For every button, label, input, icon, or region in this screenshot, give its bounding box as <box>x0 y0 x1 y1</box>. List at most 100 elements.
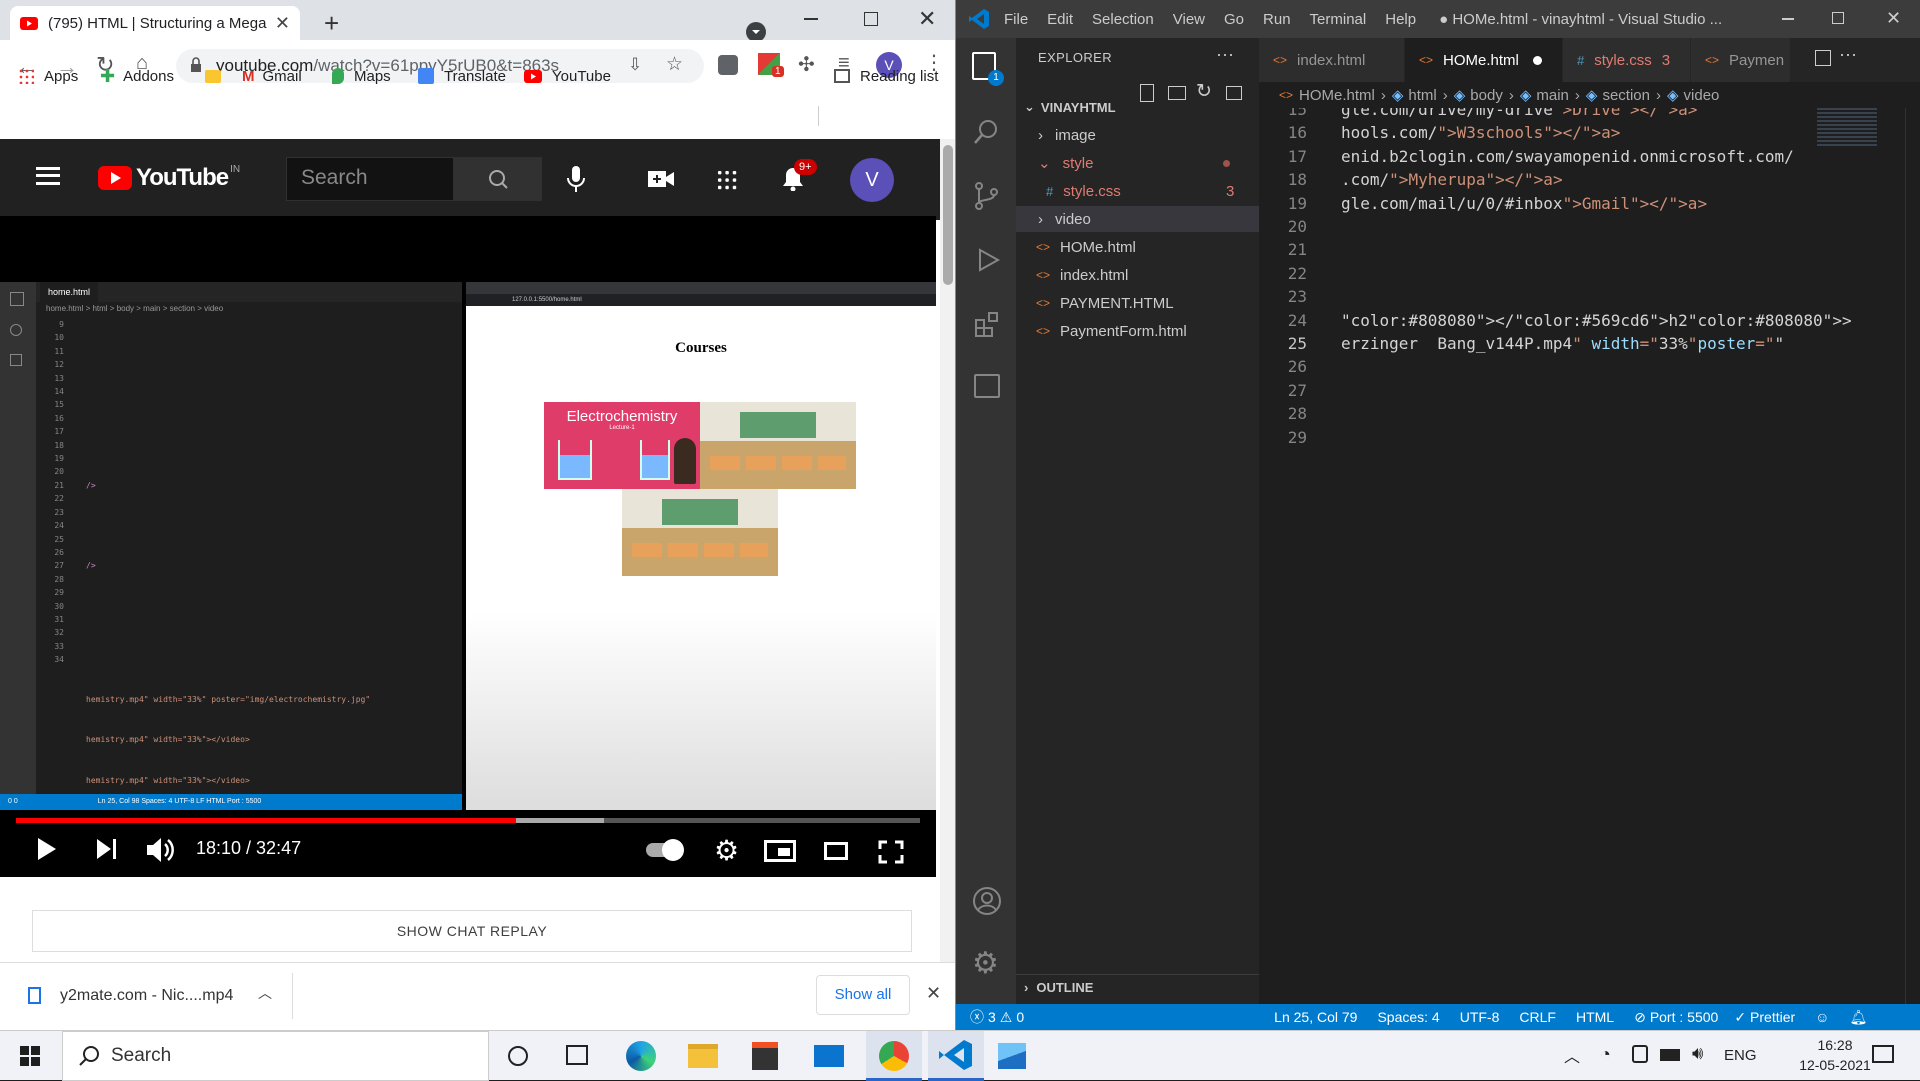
remote-explorer-icon[interactable] <box>974 374 1000 398</box>
menu-view[interactable]: View <box>1173 11 1205 28</box>
menu-edit[interactable]: Edit <box>1047 11 1073 28</box>
breadcrumb-item[interactable]: HOMe.html <box>1299 87 1375 104</box>
download-file-name[interactable]: y2mate.com - Nic....mp4 <box>60 987 233 1005</box>
code-line[interactable]: hools.com/">W3schools"></">a> <box>1341 123 1620 142</box>
encoding[interactable]: UTF-8 <box>1460 1009 1500 1025</box>
breadcrumb-item[interactable]: main <box>1536 87 1569 104</box>
play-icon[interactable] <box>36 836 58 862</box>
miniplayer-icon[interactable] <box>764 840 796 862</box>
refresh-icon[interactable]: ↻ <box>1196 80 1212 103</box>
menu-help[interactable]: Help <box>1385 11 1416 28</box>
collapse-all-icon[interactable] <box>1226 86 1242 100</box>
line-ending[interactable]: CRLF <box>1519 1009 1556 1025</box>
account-avatar[interactable]: V <box>850 158 894 202</box>
cortana-icon[interactable] <box>508 1046 528 1066</box>
run-debug-icon[interactable] <box>974 246 1002 274</box>
progress-track[interactable] <box>16 818 920 823</box>
maximize-button[interactable] <box>1832 12 1844 24</box>
accounts-icon[interactable] <box>972 886 1002 916</box>
new-folder-icon[interactable] <box>1168 86 1186 100</box>
breadcrumb-item[interactable]: video <box>1684 87 1720 104</box>
network-icon[interactable]: ◔ <box>1600 1044 1611 1065</box>
explorer-more-icon[interactable]: ··· <box>1216 44 1234 65</box>
tab-search-icon[interactable] <box>746 22 766 42</box>
code-line[interactable]: gle.com/mail/u/0/#inbox">Gmail"></">a> <box>1341 194 1707 213</box>
input-language[interactable]: ENG <box>1724 1047 1757 1064</box>
scrollbar[interactable] <box>940 139 955 962</box>
editor-scrollbar[interactable] <box>1905 108 1919 1004</box>
tab-payment[interactable]: <> Paymen <box>1691 38 1791 82</box>
extension-shield-icon[interactable] <box>718 55 738 75</box>
tab-style-css[interactable]: # style.css 3 <box>1563 38 1691 82</box>
menu-selection[interactable]: Selection <box>1092 11 1154 28</box>
autoplay-toggle[interactable] <box>646 839 684 861</box>
error-icon[interactable]: ⓧ <box>970 1007 984 1027</box>
code-line[interactable]: enid.b2clogin.com/swayamopenid.onmicroso… <box>1341 147 1794 166</box>
breadcrumb-item[interactable]: section <box>1602 87 1650 104</box>
tab-index-html[interactable]: <> index.html <box>1259 38 1405 82</box>
code-line[interactable]: erzinger Bang_v144P.mp4" width="33%"post… <box>1341 334 1784 353</box>
chrome-taskbar-icon[interactable] <box>866 1031 922 1081</box>
fullscreen-icon[interactable] <box>878 840 904 864</box>
mic-icon[interactable] <box>566 165 586 195</box>
tree-file-home-html[interactable]: <> HOMe.html <box>1016 234 1259 260</box>
photos-icon[interactable] <box>998 1043 1026 1069</box>
extensions-puzzle-icon[interactable]: ✣ <box>798 52 815 77</box>
tree-folder-style[interactable]: ⌄ style <box>1016 150 1259 176</box>
prettier-status[interactable]: Prettier <box>1750 1009 1795 1025</box>
mail-icon[interactable] <box>814 1045 844 1067</box>
manage-gear-icon[interactable]: ⚙ <box>972 946 999 981</box>
breadcrumb-item[interactable]: body <box>1470 87 1503 104</box>
menu-go[interactable]: Go <box>1224 11 1244 28</box>
notifications-bell-icon[interactable]: 🔔︎ <box>1849 1009 1867 1026</box>
error-count[interactable]: 3 <box>988 1009 996 1025</box>
bookmark-folder[interactable] <box>205 62 221 90</box>
language-mode[interactable]: HTML <box>1576 1009 1614 1025</box>
maximize-button[interactable] <box>864 12 878 26</box>
battery-icon[interactable] <box>1660 1049 1680 1061</box>
search-icon[interactable] <box>972 118 1000 146</box>
live-server-port[interactable]: Port : 5500 <box>1650 1009 1719 1025</box>
more-actions-icon[interactable]: ··· <box>1839 44 1857 65</box>
minimize-button[interactable] <box>804 18 818 20</box>
volume-icon[interactable] <box>146 836 176 864</box>
code-line[interactable]: gle.com/drive/my-drive">Drive"></">a> <box>1341 108 1697 119</box>
menu-terminal[interactable]: Terminal <box>1310 11 1367 28</box>
search-button[interactable] <box>454 157 542 201</box>
clock-time[interactable]: 16:28 <box>1794 1037 1876 1053</box>
search-input[interactable]: Search <box>286 157 454 201</box>
bookmark-star-icon[interactable]: ☆ <box>666 53 683 76</box>
close-tab-icon[interactable]: ✕ <box>275 13 290 34</box>
feedback-icon[interactable]: ☺ <box>1815 1009 1829 1025</box>
cursor-position[interactable]: Ln 25, Col 79 <box>1274 1009 1357 1025</box>
menu-file[interactable]: File <box>1004 11 1028 28</box>
windows-start-icon[interactable] <box>20 1046 40 1066</box>
tree-folder-image[interactable]: › image <box>1016 122 1259 148</box>
extensions-icon[interactable] <box>974 310 1002 338</box>
source-control-icon[interactable] <box>974 182 1000 210</box>
code-editor[interactable]: 15 gle.com/drive/my-drive">Drive"></">a> 1… <box>1259 108 1920 1004</box>
show-all-button[interactable]: Show all <box>816 975 910 1015</box>
tree-folder-video[interactable]: › video <box>1016 206 1259 232</box>
indentation[interactable]: Spaces: 4 <box>1377 1009 1439 1025</box>
split-editor-icon[interactable] <box>1815 50 1831 66</box>
workspace-folder[interactable]: ⌄ VINAYHTML <box>1016 94 1259 120</box>
close-download-bar-icon[interactable]: ✕ <box>926 983 941 1004</box>
task-view-icon[interactable] <box>566 1045 588 1065</box>
minimize-button[interactable] <box>1782 18 1794 20</box>
bookmark-addons[interactable]: ✚ Addons <box>100 62 174 90</box>
chevron-up-icon[interactable]: ︿ <box>258 983 272 1003</box>
youtube-logo[interactable]: YouTube IN <box>98 164 240 192</box>
browser-tab[interactable]: (795) HTML | Structuring a Mega ✕ <box>10 6 300 40</box>
volume-icon[interactable]: 🔊︎ <box>1692 1043 1703 1064</box>
hamburger-menu-icon[interactable] <box>36 167 60 185</box>
edge-icon[interactable] <box>626 1041 656 1071</box>
theater-mode-icon[interactable] <box>824 842 848 860</box>
tab-home-html[interactable]: <> HOMe.html <box>1405 38 1563 82</box>
bookmark-maps[interactable]: Maps <box>332 62 391 90</box>
tree-file-payment-html[interactable]: <> PAYMENT.HTML <box>1016 290 1259 316</box>
outline-section[interactable]: › OUTLINE <box>1016 974 1259 1000</box>
apps-grid-icon[interactable] <box>716 169 738 191</box>
bookmark-apps[interactable]: Apps <box>18 62 78 90</box>
close-window-button[interactable]: ✕ <box>1886 8 1901 29</box>
